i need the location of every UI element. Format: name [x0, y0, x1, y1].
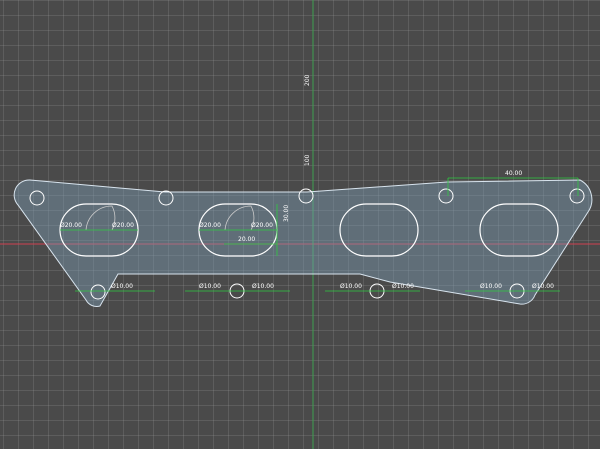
dim-bottom-bolt-1[interactable]: Ø10.00	[111, 283, 133, 290]
ruler-label-200: 200	[304, 74, 311, 86]
dim-bottom-bolt-2[interactable]: Ø10.00	[199, 283, 221, 290]
flange-profile[interactable]	[13, 179, 593, 307]
ruler-label-100: 100	[304, 154, 311, 166]
dim-bottom-bolt-7[interactable]: Ø10.00	[532, 283, 554, 290]
dim-port2-height[interactable]: 30.00	[283, 205, 290, 222]
sketch-canvas[interactable]: 200 100 Ø20.00 Ø20.00 Ø20.00 Ø20.00 30.0…	[0, 0, 600, 449]
dim-top-right[interactable]: 40.00	[505, 170, 522, 177]
dim-bottom-bolt-4[interactable]: Ø10.00	[340, 283, 362, 290]
dim-port1-left[interactable]: Ø20.00	[60, 222, 82, 229]
dim-bottom-bolt-6[interactable]: Ø10.00	[480, 283, 502, 290]
dim-bottom-bolt-5[interactable]: Ø10.00	[392, 283, 414, 290]
dim-port1-right[interactable]: Ø20.00	[112, 222, 134, 229]
sketch-drawing[interactable]: 200 100 Ø20.00 Ø20.00 Ø20.00 Ø20.00 30.0…	[0, 0, 600, 449]
dim-port2-right[interactable]: Ø20.00	[251, 222, 273, 229]
dim-port2-width[interactable]: 20.00	[238, 236, 255, 243]
dim-port2-left[interactable]: Ø20.00	[199, 222, 221, 229]
dim-bottom-bolt-3[interactable]: Ø10.00	[252, 283, 274, 290]
